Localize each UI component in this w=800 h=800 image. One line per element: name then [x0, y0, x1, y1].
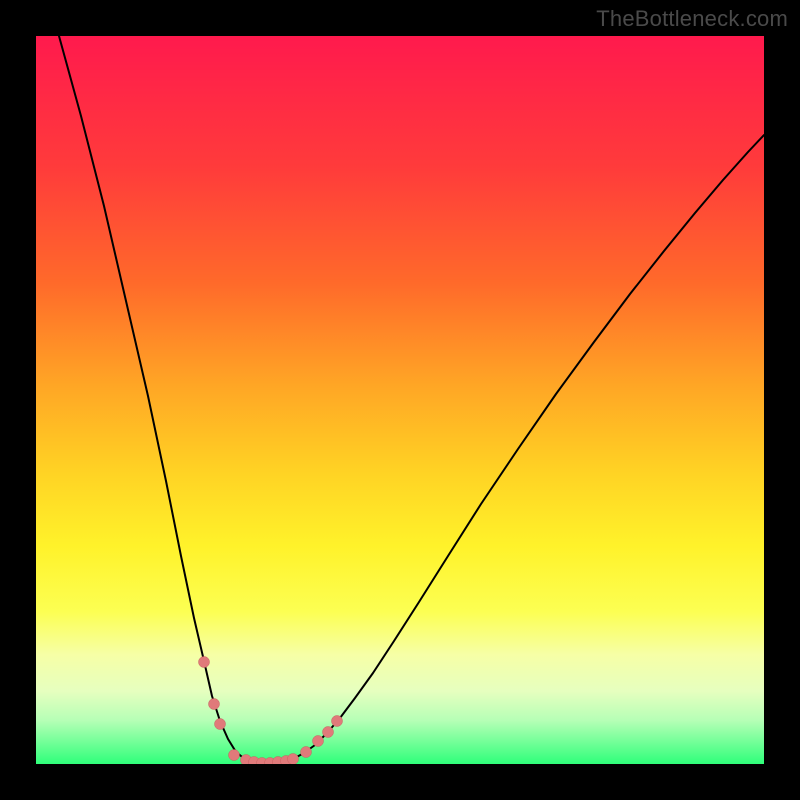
plot-area — [36, 36, 764, 764]
highlight-dot — [229, 750, 240, 761]
highlight-dot — [313, 736, 324, 747]
highlight-dot — [199, 657, 210, 668]
valley-curve-path — [59, 36, 764, 763]
highlight-dot — [301, 747, 312, 758]
watermark-text: TheBottleneck.com — [596, 6, 788, 32]
chart-svg — [36, 36, 764, 764]
highlight-dot — [215, 719, 226, 730]
valley-curve — [59, 36, 764, 763]
chart-frame: TheBottleneck.com — [0, 0, 800, 800]
highlight-dots — [199, 657, 343, 765]
highlight-dot — [209, 699, 220, 710]
highlight-dot — [288, 754, 299, 765]
highlight-dot — [332, 716, 343, 727]
highlight-dot — [323, 727, 334, 738]
